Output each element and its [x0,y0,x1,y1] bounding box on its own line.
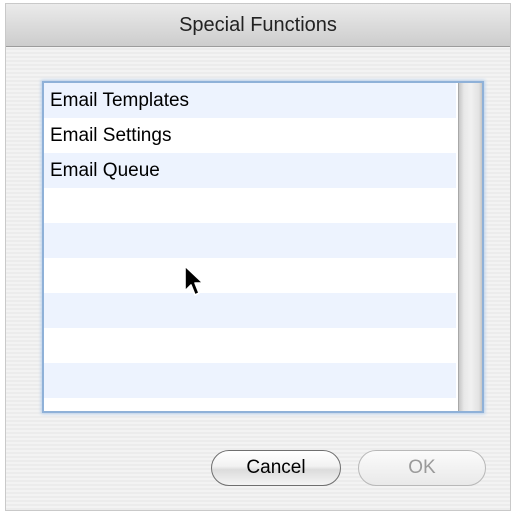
list-item [44,328,456,363]
title-bar[interactable]: Special Functions [6,4,510,47]
ok-button[interactable]: OK [358,450,486,486]
mouse-pointer-icon [184,265,204,296]
list-item [44,398,456,411]
special-functions-dialog: Special Functions Email Templates Email … [5,3,511,511]
list-item [44,258,456,293]
list-item [44,363,456,398]
cancel-button[interactable]: Cancel [211,450,341,486]
list-item-email-templates[interactable]: Email Templates [44,83,456,118]
list-item [44,293,456,328]
list-item-email-settings[interactable]: Email Settings [44,118,456,153]
list-rows: Email Templates Email Settings Email Que… [44,83,456,411]
vertical-scrollbar[interactable] [458,83,482,411]
dialog-title: Special Functions [179,14,337,36]
functions-list[interactable]: Email Templates Email Settings Email Que… [42,81,484,413]
list-item-email-queue[interactable]: Email Queue [44,153,456,188]
list-item [44,188,456,223]
list-item [44,223,456,258]
